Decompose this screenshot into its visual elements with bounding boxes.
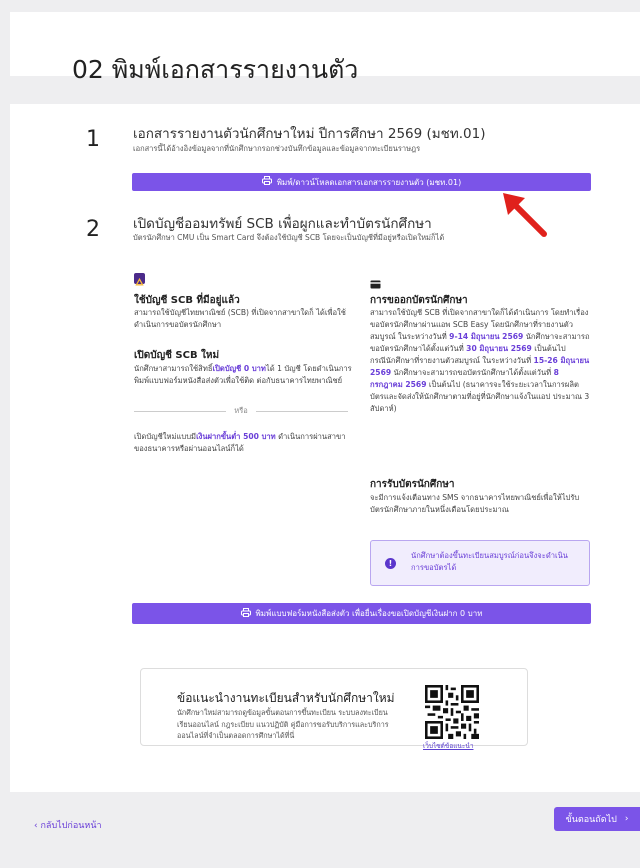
next-step-button[interactable]: ขั้นตอนถัดไป › — [554, 807, 640, 831]
card-date-highlight: 9-14 มิถุนายน 2569 — [449, 332, 524, 341]
min-deposit-text-part: เปิดบัญชีใหม่แบบมี — [134, 432, 197, 441]
advice-text: นักศึกษาใหม่สามารถดูข้อมูลขั้นตอนการขึ้น… — [177, 708, 389, 740]
or-divider: หรือ — [134, 406, 349, 416]
step-number-1: 1 — [86, 127, 100, 152]
back-link[interactable]: ‹ กลับไปก่อนหน้า — [34, 818, 102, 832]
step-2-title: เปิดบัญชีออมทรัพย์ SCB เพื่อผูกและทำบัตร… — [133, 216, 432, 232]
scb-app-icon — [134, 273, 145, 286]
registration-advice-box: ข้อแนะนำงานทะเบียนสำหรับนักศึกษาใหม่ นัก… — [140, 668, 528, 750]
card-text-part: เป็นต้นไป — [531, 344, 566, 353]
qr-code-icon[interactable] — [425, 685, 479, 739]
min-deposit-highlight: เงินฝากขั้นต่ำ 500 บาท — [196, 432, 276, 441]
advice-website-link[interactable]: เว็บไซต์ข้อแนะนำ — [423, 741, 473, 751]
print-referral-form-label: พิมพ์แบบฟอร์มหนังสือส่งตัว เพื่อยื่นเรื่… — [255, 609, 483, 618]
or-label: หรือ — [234, 406, 248, 415]
back-label: กลับไปก่อนหน้า — [40, 821, 102, 831]
footer-nav: ‹ กลับไปก่อนหน้า ขั้นตอนถัดไป › — [0, 800, 640, 868]
card-icon — [370, 274, 381, 289]
print-referral-form-button[interactable]: พิมพ์แบบฟอร์มหนังสือส่งตัว เพื่อยื่นเรื่… — [132, 603, 591, 624]
min-deposit-text: เปิดบัญชีใหม่แบบมีเงินฝากขั้นต่ำ 500 บาท… — [134, 431, 356, 455]
advice-title: ข้อแนะนำงานทะเบียนสำหรับนักศึกษาใหม่ — [177, 691, 395, 705]
print-registration-doc-label: พิมพ์/ดาวน์โหลดเอกสารเอกสารรายงานตัว (มช… — [276, 177, 462, 187]
divider-line — [255, 410, 349, 412]
card-text-part: นักศึกษาจะสามารถขอบัตรนักศึกษาได้ตั้งแต่… — [391, 368, 554, 377]
chevron-right-icon: › — [624, 814, 629, 824]
notice-text: นักศึกษาต้องขึ้นทะเบียนสมบูรณ์ก่อนจึงจะด… — [411, 551, 568, 572]
new-account-text-part: นักศึกษาสามารถใช้สิทธิ์ — [134, 364, 213, 373]
chevron-left-icon: ‹ — [34, 821, 38, 831]
card-text-part: กรณีนักศึกษาที่รายงานตัวสมบูรณ์ ในระหว่า… — [370, 356, 534, 365]
step-1-subtitle: เอกสารนี้ได้อ้างอิงข้อมูลจากที่นักศึกษาก… — [133, 144, 421, 153]
step-2-subtitle: บัตรนักศึกษา CMU เป็น Smart Card จึงต้อง… — [133, 233, 445, 242]
print-registration-doc-button[interactable]: พิมพ์/ดาวน์โหลดเอกสารเอกสารรายงานตัว (มช… — [132, 173, 591, 191]
existing-account-heading: ใช้บัญชี SCB ที่มีอยู่แล้ว — [134, 295, 240, 306]
page-title: 02 พิมพ์เอกสารรายงานตัว — [72, 55, 359, 84]
card-issue-heading: การขออกบัตรนักศึกษา — [370, 295, 468, 306]
printer-icon — [240, 607, 251, 620]
new-account-text: นักศึกษาสามารถใช้สิทธิ์เปิดบัญชี 0 บาทได… — [134, 363, 356, 387]
next-label: ขั้นตอนถัดไป — [565, 815, 617, 825]
step-number-2: 2 — [86, 217, 100, 242]
red-arrow-icon — [503, 193, 547, 237]
card-date-highlight: 30 มิถุนายน 2569 — [466, 344, 532, 353]
card-issue-text: สามารถใช้บัญชี SCB ที่เปิดจากสาขาใดก็ได้… — [370, 307, 592, 415]
new-account-heading: เปิดบัญชี SCB ใหม่ — [134, 350, 220, 361]
card-receive-heading: การรับบัตรนักศึกษา — [370, 479, 455, 490]
existing-account-text: สามารถใช้บัญชีไทยพาณิชย์ (SCB) ที่เปิดจา… — [134, 308, 346, 329]
new-account-highlight: เปิดบัญชี 0 บาท — [212, 364, 266, 373]
step-1-title: เอกสารรายงานตัวนักศึกษาใหม่ ปีการศึกษา 2… — [133, 126, 486, 142]
printer-icon — [261, 176, 272, 188]
card-receive-text: จะมีการแจ้งเตือนทาง SMS จากธนาคารไทยพาณิ… — [370, 493, 580, 514]
alert-icon: ! — [385, 558, 396, 569]
registration-notice: ! นักศึกษาต้องขึ้นทะเบียนสมบูรณ์ก่อนจึงจ… — [370, 540, 590, 586]
divider-line — [134, 410, 227, 412]
